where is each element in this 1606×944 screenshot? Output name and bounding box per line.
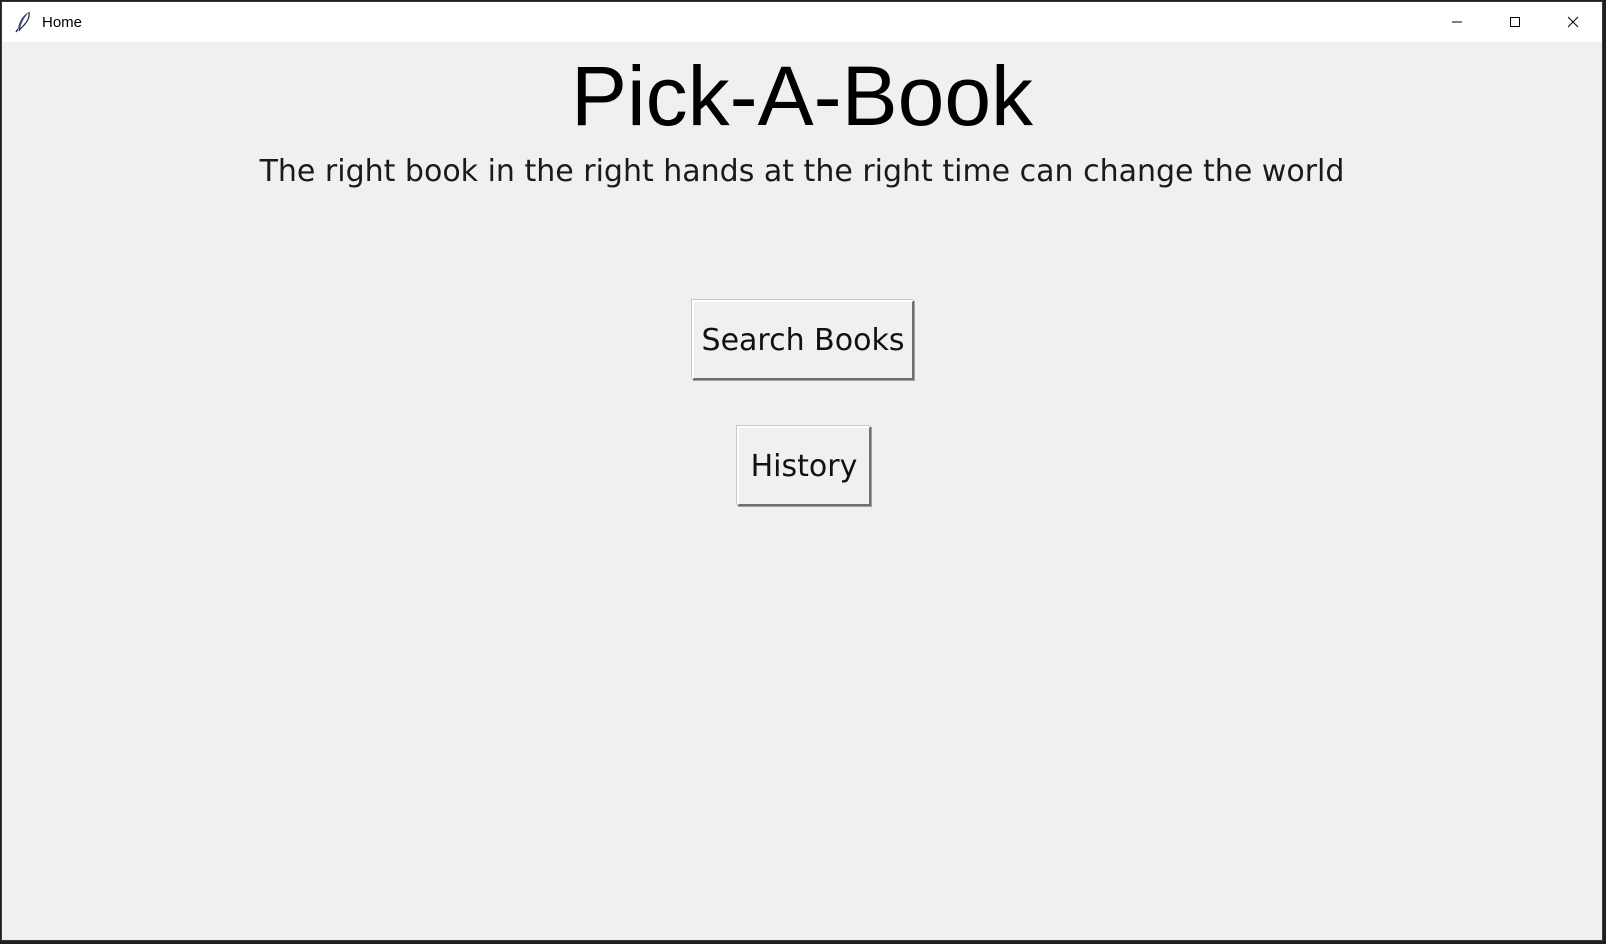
page-title: Pick-A-Book	[570, 49, 1034, 143]
close-button[interactable]	[1544, 2, 1602, 42]
tagline: The right book in the right hands at the…	[259, 154, 1345, 189]
feather-icon	[14, 11, 34, 33]
maximize-icon	[1509, 13, 1521, 32]
maximize-button[interactable]	[1486, 2, 1544, 42]
window-controls	[1428, 2, 1602, 42]
minimize-icon	[1451, 13, 1463, 32]
close-icon	[1567, 13, 1579, 32]
search-books-button[interactable]: Search Books	[692, 300, 914, 380]
main-content: Pick-A-Book The right book in the right …	[2, 42, 1602, 940]
app-window: Home Pick-A-Book The right book in the r…	[1, 1, 1603, 941]
window-title: Home	[42, 13, 83, 31]
history-button[interactable]: History	[737, 426, 871, 506]
minimize-button[interactable]	[1428, 2, 1486, 42]
title-bar[interactable]: Home	[2, 2, 1602, 42]
